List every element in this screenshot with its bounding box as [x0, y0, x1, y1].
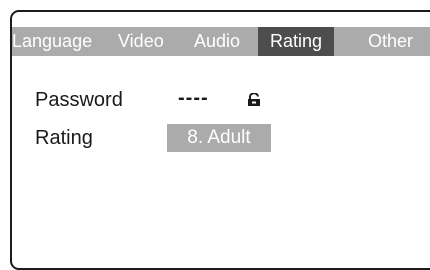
rating-label: Rating [35, 127, 93, 149]
password-label: Password [35, 89, 123, 111]
tab-audio[interactable]: Audio [194, 27, 240, 56]
tab-video[interactable]: Video [118, 27, 164, 56]
tab-rating[interactable]: Rating [258, 27, 334, 56]
rating-value-selector[interactable]: 8. Adult [167, 124, 271, 152]
tab-other[interactable]: Other [368, 27, 413, 56]
tab-language[interactable]: Language [12, 27, 92, 56]
menu-tab-bar: Language Video Audio Rating Other [12, 27, 430, 56]
lock-icon [248, 93, 260, 106]
password-field[interactable]: ---- [178, 87, 209, 110]
